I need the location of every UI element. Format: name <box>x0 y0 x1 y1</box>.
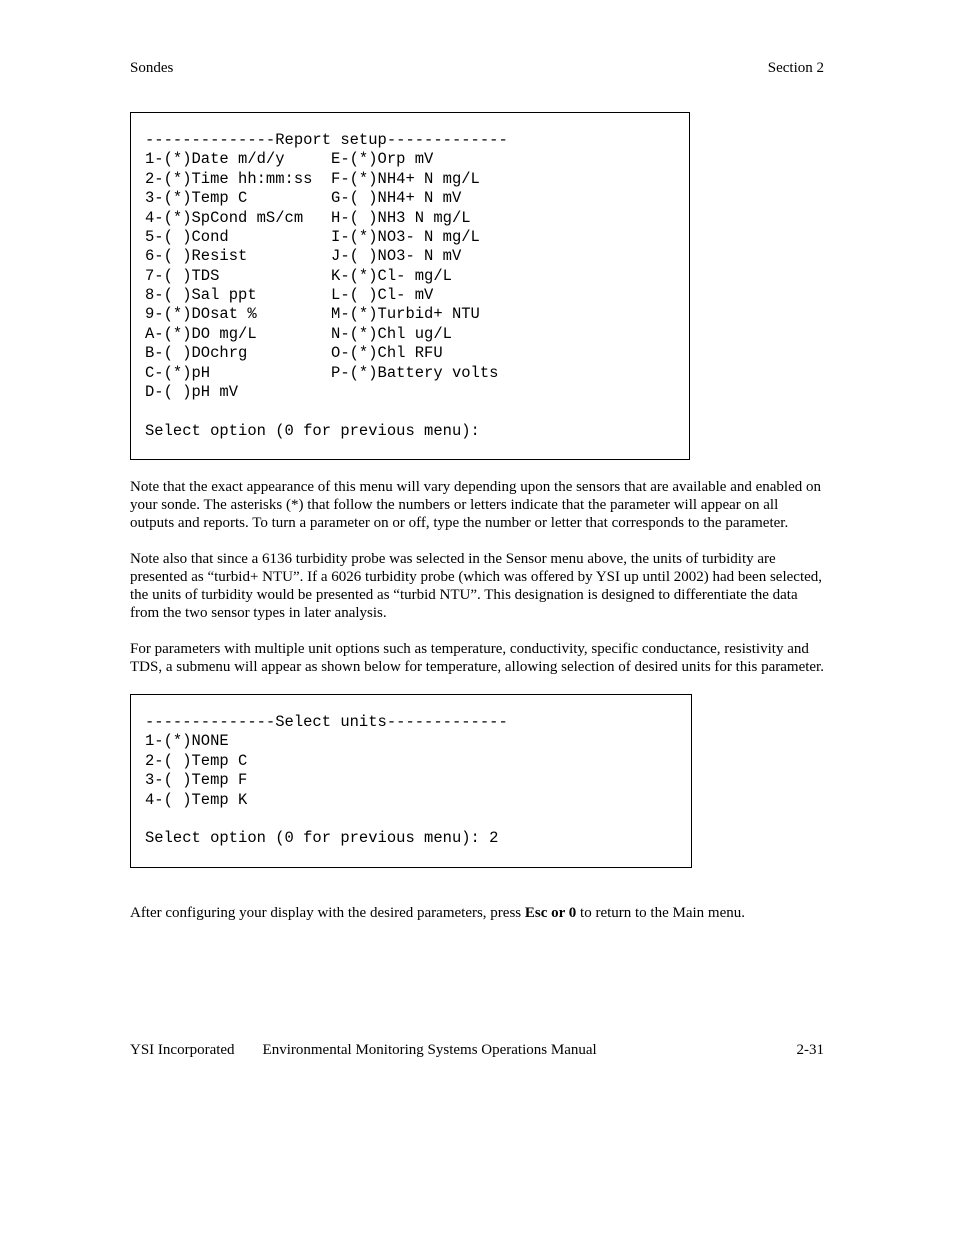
body-paragraph-2: Note also that since a 6136 turbidity pr… <box>130 550 824 622</box>
body-paragraph-1: Note that the exact appearance of this m… <box>130 478 824 532</box>
footer-left: YSI Incorporated <box>130 1042 235 1059</box>
header-left: Sondes <box>130 60 173 77</box>
body-paragraph-3: For parameters with multiple unit option… <box>130 640 824 676</box>
footer-page-number: 2-31 <box>797 1042 825 1059</box>
para4-before: After configuring your display with the … <box>130 905 525 921</box>
select-units-menu: --------------Select units------------- … <box>130 694 692 868</box>
body-paragraph-4: After configuring your display with the … <box>130 904 824 922</box>
header-right: Section 2 <box>768 60 824 77</box>
page-header: Sondes Section 2 <box>130 60 824 77</box>
footer-center: Environmental Monitoring Systems Operati… <box>235 1042 797 1059</box>
para4-bold: Esc or 0 <box>525 905 576 921</box>
report-setup-menu: --------------Report setup------------- … <box>130 112 690 460</box>
page-footer: YSI Incorporated Environmental Monitorin… <box>130 1042 824 1059</box>
para4-after: to return to the Main menu. <box>576 905 745 921</box>
